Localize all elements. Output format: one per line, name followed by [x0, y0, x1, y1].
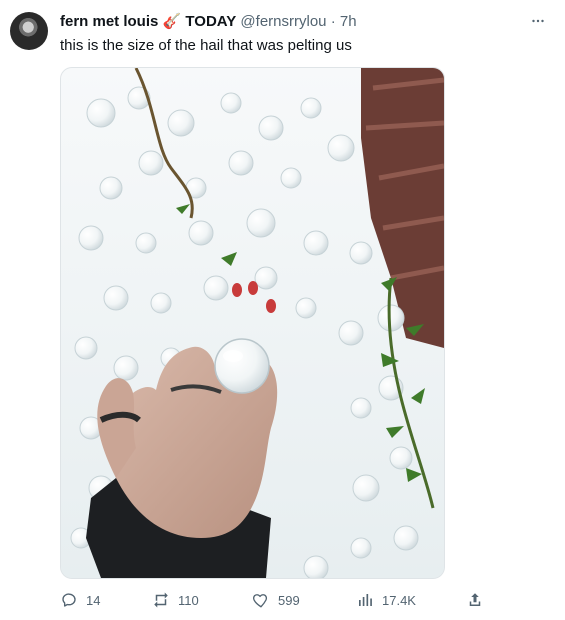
retweet-count: 110	[178, 592, 199, 608]
views-icon	[359, 594, 372, 606]
handle[interactable]: @fernsrrylou	[240, 13, 326, 30]
share-button[interactable]	[466, 590, 484, 610]
hail-photo	[61, 68, 444, 578]
reply-icon	[62, 593, 76, 607]
views-button[interactable]: 17.4K	[356, 590, 416, 610]
views-count: 17.4K	[382, 592, 416, 608]
avatar[interactable]	[10, 12, 48, 50]
reply-button[interactable]: 14	[60, 590, 100, 610]
reply-count: 14	[86, 592, 101, 608]
share-icon	[469, 593, 481, 606]
name-suffix[interactable]: TODAY	[185, 13, 236, 30]
tweet-actions: 14 110 599 17.4K	[60, 590, 490, 610]
name-emoji: 🎸	[162, 13, 182, 30]
timestamp[interactable]: 7h	[340, 13, 357, 30]
more-icon[interactable]	[529, 12, 547, 35]
like-button[interactable]: 599	[252, 590, 300, 610]
separator: ·	[330, 13, 336, 30]
like-count: 599	[278, 592, 300, 608]
retweet-icon	[154, 592, 168, 608]
tweet-photo[interactable]	[60, 67, 445, 579]
like-icon	[253, 594, 268, 608]
display-name[interactable]: fern met louis	[60, 13, 158, 30]
tweet-text: this is the size of the hail that was pe…	[60, 37, 352, 54]
tweet-header: fern met louis 🎸 TODAY @fernsrrylou · 7h	[60, 13, 357, 31]
retweet-button[interactable]: 110	[152, 590, 199, 610]
